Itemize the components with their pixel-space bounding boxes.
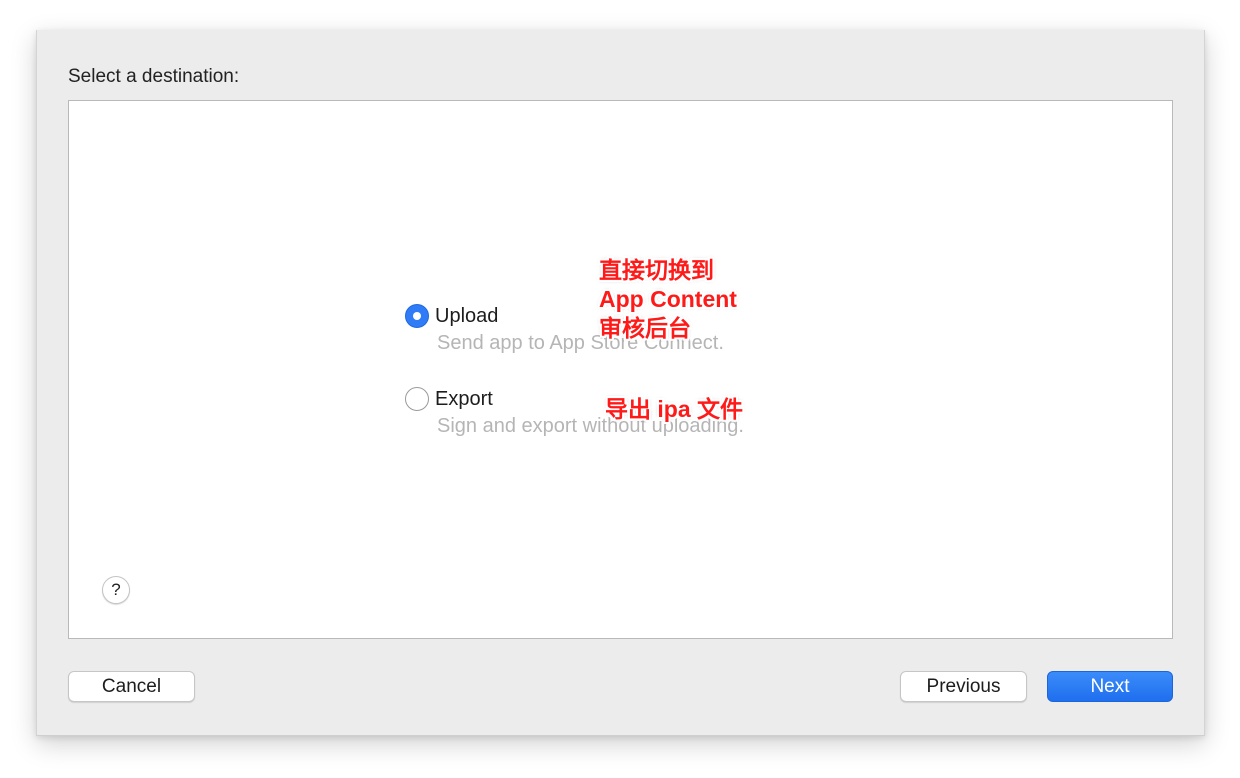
upload-annotation-line-2: App Content	[599, 286, 737, 312]
previous-button[interactable]: Previous	[900, 671, 1027, 702]
upload-annotation-line-3: 审核后台	[599, 315, 691, 341]
export-radio[interactable]	[405, 387, 429, 411]
export-annotation: 导出 ipa 文件	[605, 396, 744, 422]
export-sheet: Select a destination: Upload Send app to…	[36, 30, 1205, 736]
destination-panel: Upload Send app to App Store Connect. Ex…	[68, 100, 1173, 639]
help-button[interactable]: ?	[102, 576, 130, 604]
upload-radio[interactable]	[405, 304, 429, 328]
sheet-heading: Select a destination:	[68, 66, 240, 87]
upload-annotation: 直接切换到 App Content 审核后台	[599, 256, 737, 343]
next-button[interactable]: Next	[1047, 671, 1173, 702]
upload-label[interactable]: Upload	[435, 305, 498, 328]
export-label[interactable]: Export	[435, 388, 493, 411]
upload-annotation-line-1: 直接切换到	[599, 257, 714, 283]
cancel-button[interactable]: Cancel	[68, 671, 195, 702]
